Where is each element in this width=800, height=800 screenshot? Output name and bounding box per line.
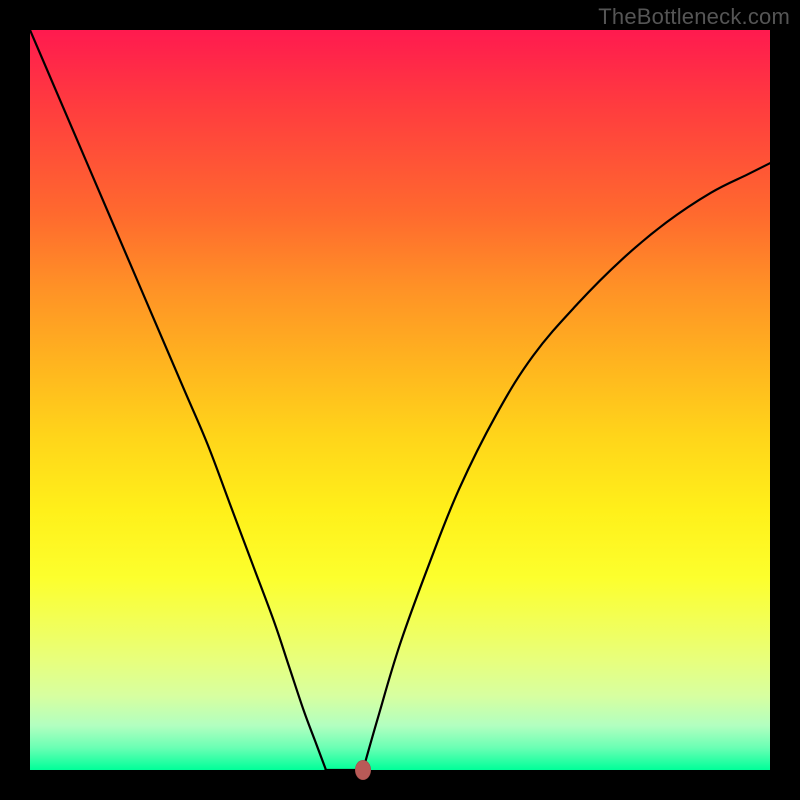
plot-area: [30, 30, 770, 770]
minimum-marker: [355, 760, 371, 780]
curve-path: [30, 30, 770, 770]
bottleneck-curve: [30, 30, 770, 770]
watermark-text: TheBottleneck.com: [598, 4, 790, 30]
chart-frame: TheBottleneck.com: [0, 0, 800, 800]
